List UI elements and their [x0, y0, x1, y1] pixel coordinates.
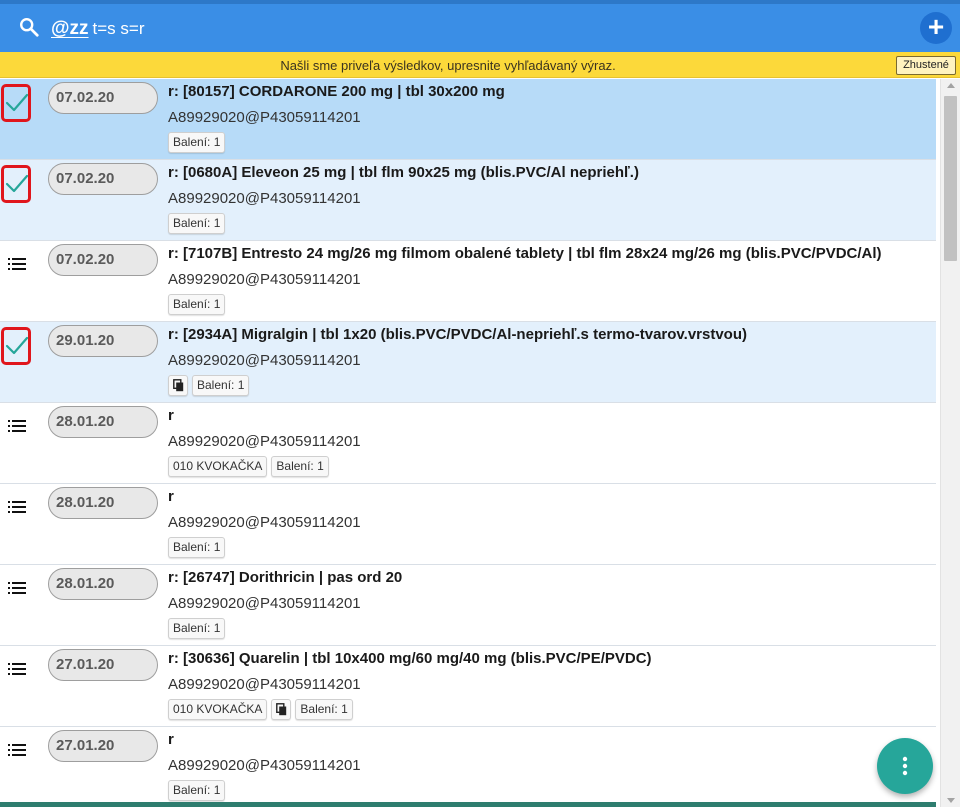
- list-menu-icon[interactable]: [8, 581, 26, 595]
- tag-badge: Balení: 1: [168, 618, 226, 639]
- checkbox-checked[interactable]: [1, 84, 31, 122]
- item-code: A89929020@P43059114201: [168, 676, 361, 693]
- item-title: r: [7107B] Entresto 24 mg/26 mg filmom o…: [168, 245, 882, 262]
- list-menu-icon[interactable]: [8, 257, 26, 271]
- item-code: A89929020@P43059114201: [168, 433, 361, 450]
- results-list: 07.02.20 r: [80157] CORDARONE 200 mg | tb…: [0, 79, 936, 807]
- item-title: r: [168, 731, 174, 748]
- list-menu-icon[interactable]: [8, 662, 26, 676]
- date-chip[interactable]: 28.01.20: [48, 568, 158, 600]
- tag-badge: 010 KVOKAČKA: [168, 456, 268, 477]
- list-menu-icon[interactable]: [8, 743, 26, 757]
- tag-badge: Balení: 1: [168, 132, 226, 153]
- item-code: A89929020@P43059114201: [168, 352, 361, 369]
- list-item[interactable]: 28.01.20 r A89929020@P43059114201 010 KVOKA…: [0, 403, 936, 484]
- date-chip[interactable]: 29.01.20: [48, 325, 158, 357]
- tag-group: Balení: 1: [168, 132, 226, 154]
- too-many-results-notice: Našli sme priveľa výsledkov, upresnite v…: [0, 52, 960, 78]
- tag-badge: Balení: 1: [168, 780, 226, 801]
- checkbox-checked[interactable]: [1, 165, 31, 203]
- date-chip[interactable]: 27.01.20: [48, 649, 158, 681]
- tag-group: Balení: 1: [168, 780, 226, 802]
- item-title: r: [2934A] Migralgin | tbl 1x20 (blis.PV…: [168, 326, 747, 343]
- query-text: t=s s=r: [92, 19, 145, 38]
- tag-badge: Balení: 1: [271, 456, 329, 477]
- tag-badge: 010 KVOKAČKA: [168, 699, 268, 720]
- check-icon: [5, 93, 29, 112]
- date-chip[interactable]: 27.01.20: [48, 730, 158, 762]
- list-menu-icon[interactable]: [8, 500, 26, 514]
- more-actions-button[interactable]: [877, 738, 933, 794]
- date-chip[interactable]: 07.02.20: [48, 163, 158, 195]
- item-code: A89929020@P43059114201: [168, 109, 361, 126]
- item-title: r: [0680A] Eleveon 25 mg | tbl flm 90x25…: [168, 164, 639, 181]
- top-app-bar: @zz t=s s=r +: [0, 0, 960, 52]
- item-title: r: [80157] CORDARONE 200 mg | tbl 30x200…: [168, 83, 505, 100]
- item-title: r: [168, 407, 174, 424]
- check-icon: [5, 174, 29, 193]
- query-prefix: @zz: [51, 18, 89, 39]
- tag-group: Balení: 1: [168, 294, 226, 316]
- list-item[interactable]: 28.01.20 r A89929020@P43059114201 Balení: 1: [0, 484, 936, 565]
- list-item[interactable]: 27.01.20 r A89929020@P43059114201 Balení: 1: [0, 727, 936, 807]
- tag-group: Balení: 1: [168, 375, 250, 397]
- copy-icon[interactable]: [271, 699, 292, 720]
- list-item[interactable]: 07.02.20 r: [80157] CORDARONE 200 mg | tb…: [0, 79, 936, 160]
- more-vertical-icon: [902, 756, 908, 776]
- search-icon[interactable]: [18, 16, 40, 38]
- add-button[interactable]: +: [920, 12, 952, 44]
- list-item[interactable]: 27.01.20 r: [30636] Quarelin | tbl 10x400…: [0, 646, 936, 727]
- item-title: r: [168, 488, 174, 505]
- tag-group: Balení: 1: [168, 537, 226, 559]
- tag-badge: Balení: 1: [168, 294, 226, 315]
- list-item[interactable]: 07.02.20 r: [0680A] Eleveon 25 mg | tbl f…: [0, 160, 936, 241]
- tag-badge: Balení: 1: [168, 537, 226, 558]
- item-code: A89929020@P43059114201: [168, 190, 361, 207]
- item-code: A89929020@P43059114201: [168, 595, 361, 612]
- scroll-down-arrow-icon[interactable]: [947, 798, 955, 803]
- date-chip[interactable]: 28.01.20: [48, 406, 158, 438]
- item-code: A89929020@P43059114201: [168, 271, 361, 288]
- copy-icon[interactable]: [168, 375, 188, 396]
- item-code: A89929020@P43059114201: [168, 514, 361, 531]
- list-menu-icon[interactable]: [8, 419, 26, 433]
- tag-group: 010 KVOKAČKA Balení: 1: [168, 699, 353, 721]
- item-title: r: [26747] Dorithricin | pas ord 20: [168, 569, 403, 586]
- tag-group: Balení: 1: [168, 213, 226, 235]
- date-chip[interactable]: 07.02.20: [48, 244, 158, 276]
- search-query[interactable]: @zz t=s s=r: [51, 18, 145, 40]
- scroll-thumb[interactable]: [944, 96, 957, 261]
- checkbox-checked[interactable]: [1, 327, 31, 365]
- item-code: A89929020@P43059114201: [168, 757, 361, 774]
- list-item[interactable]: 29.01.20 r: [2934A] Migralgin | tbl 1x20 …: [0, 322, 936, 403]
- tag-badge: Balení: 1: [168, 213, 226, 234]
- tag-badge: Balení: 1: [192, 375, 250, 396]
- scroll-up-arrow-icon[interactable]: [947, 83, 955, 88]
- notice-text: Našli sme priveľa výsledkov, upresnite v…: [280, 58, 616, 73]
- tag-group: 010 KVOKAČKA Balení: 1: [168, 456, 329, 478]
- tag-group: Balení: 1: [168, 618, 226, 640]
- date-chip[interactable]: 28.01.20: [48, 487, 158, 519]
- date-chip[interactable]: 07.02.20: [48, 82, 158, 114]
- check-icon: [5, 336, 29, 355]
- item-title: r: [30636] Quarelin | tbl 10x400 mg/60 m…: [168, 650, 652, 667]
- bottom-edge: [0, 802, 936, 807]
- list-item[interactable]: 07.02.20 r: [7107B] Entresto 24 mg/26 mg …: [0, 241, 936, 322]
- tag-badge: Balení: 1: [295, 699, 353, 720]
- scrollbar[interactable]: [940, 79, 960, 807]
- dense-view-button[interactable]: Zhustené: [896, 56, 956, 75]
- list-item[interactable]: 28.01.20 r: [26747] Dorithricin | pas ord…: [0, 565, 936, 646]
